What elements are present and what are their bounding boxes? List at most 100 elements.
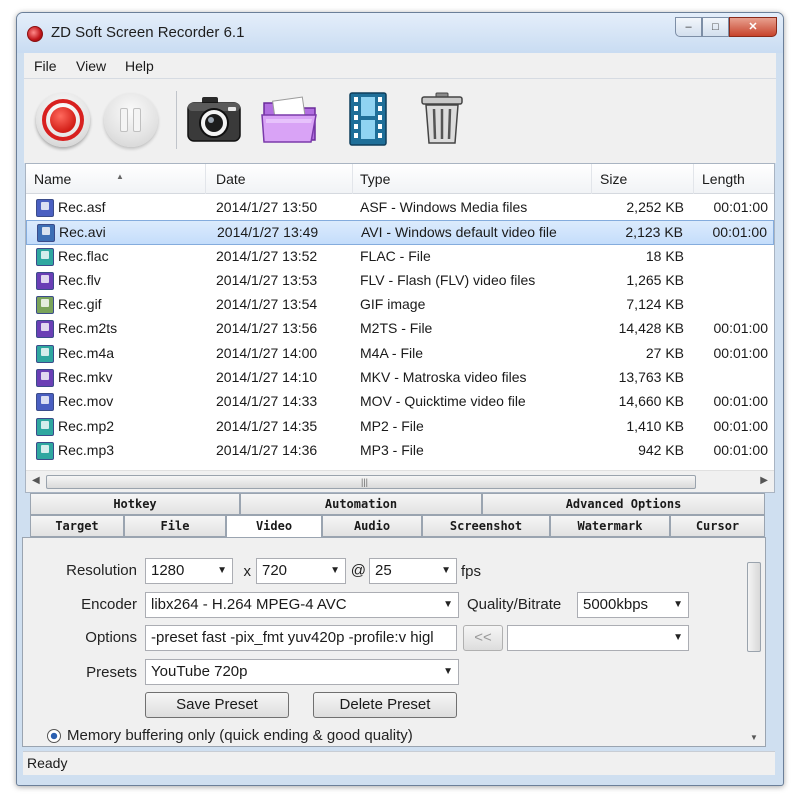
- panel-scroll-thumb[interactable]: [747, 562, 761, 652]
- table-row[interactable]: Rec.mp3 2014/1/27 14:36 MP3 - File 942 KB 00…: [26, 439, 774, 463]
- cell-size: 1,265 KB: [626, 271, 684, 288]
- menu-file[interactable]: File: [34, 58, 57, 74]
- cell-date: 2014/1/27 14:00: [216, 344, 318, 361]
- cell-name: Rec.flv: [58, 271, 101, 288]
- tab-automation[interactable]: Automation: [240, 493, 482, 515]
- cell-date: 2014/1/27 14:35: [216, 417, 318, 434]
- cell-name: Rec.m4a: [58, 344, 115, 361]
- column-date[interactable]: Date: [208, 164, 353, 194]
- table-row[interactable]: Rec.m4a 2014/1/27 14:00 M4A - File 27 KB 00:…: [26, 342, 774, 366]
- chevron-down-icon: ▼: [330, 565, 340, 576]
- cell-name: Rec.mp2: [58, 417, 115, 434]
- file-icon: [36, 320, 54, 339]
- cell-name: Rec.asf: [58, 199, 106, 215]
- screenshot-button[interactable]: [182, 87, 246, 151]
- table-row[interactable]: Rec.mp2 2014/1/27 14:35 MP2 - File 1,410 KB…: [26, 415, 774, 439]
- table-row[interactable]: Rec.asf 2014/1/27 13:50 ASF - Windows Medi…: [26, 196, 774, 220]
- chevron-down-icon: ▼: [217, 565, 227, 576]
- table-row[interactable]: Rec.flv 2014/1/27 13:53 FLV - Flash (FLV) …: [26, 269, 774, 293]
- cell-size: 27 KB: [645, 344, 684, 361]
- file-icon: [36, 271, 54, 290]
- file-rows: Rec.asf 2014/1/27 13:50 ASF - Windows Medi…: [26, 196, 774, 463]
- column-name[interactable]: Name ▲: [26, 164, 206, 194]
- column-size[interactable]: Size: [592, 164, 694, 194]
- delete-button[interactable]: [410, 87, 474, 151]
- menu-help[interactable]: Help: [125, 58, 154, 74]
- tab-advanced-options[interactable]: Advanced Options: [482, 493, 765, 515]
- horizontal-scrollbar[interactable]: ◀ ||| ▶: [26, 470, 774, 492]
- tab-hotkey[interactable]: Hotkey: [30, 493, 240, 515]
- tab-file[interactable]: File: [124, 515, 226, 537]
- cell-type: AVI - Windows default video file: [361, 224, 557, 241]
- width-select[interactable]: 1280 ▼: [145, 558, 233, 584]
- scroll-right-icon[interactable]: ▶: [760, 475, 768, 486]
- chevron-down-icon: ▼: [443, 666, 453, 677]
- file-list[interactable]: Name ▲ Date Type Size Length Rec.asf 2014/…: [25, 163, 775, 493]
- cell-length: 00:01:00: [713, 199, 769, 215]
- cell-type: GIF image: [360, 296, 426, 313]
- window-controls: – □ ✕: [675, 17, 777, 37]
- delete-preset-button[interactable]: Delete Preset: [313, 692, 457, 718]
- pause-button[interactable]: [100, 87, 164, 151]
- options-select[interactable]: ▼: [507, 625, 689, 651]
- tab-target[interactable]: Target: [30, 515, 124, 537]
- cell-type: ASF - Windows Media files: [360, 199, 528, 215]
- cell-length: 00:01:00: [712, 224, 768, 241]
- quality-select[interactable]: 5000kbps ▼: [577, 592, 689, 618]
- tab-audio[interactable]: Audio: [322, 515, 422, 537]
- tab-cursor[interactable]: Cursor: [670, 515, 765, 537]
- scroll-left-icon[interactable]: ◀: [32, 475, 40, 486]
- file-icon: [36, 393, 54, 412]
- cell-name: Rec.gif: [58, 296, 102, 313]
- cell-size: 14,660 KB: [618, 393, 684, 410]
- play-video-button[interactable]: [336, 87, 400, 151]
- record-button[interactable]: [32, 87, 96, 151]
- minimize-button[interactable]: –: [675, 17, 702, 37]
- cell-type: MKV - Matroska video files: [360, 369, 527, 386]
- cell-size: 942 KB: [638, 441, 684, 458]
- tab-watermark[interactable]: Watermark: [550, 515, 670, 537]
- cell-date: 2014/1/27 14:36: [216, 441, 318, 458]
- table-row[interactable]: Rec.mov 2014/1/27 14:33 MOV - Quicktime vi…: [26, 390, 774, 414]
- cell-type: FLAC - File: [360, 247, 431, 264]
- cell-name: Rec.m2ts: [58, 320, 118, 337]
- cell-length: 00:01:00: [713, 441, 769, 458]
- scroll-down-icon[interactable]: ▼: [750, 733, 758, 742]
- panel-vertical-scrollbar[interactable]: ▼: [746, 558, 762, 744]
- table-row[interactable]: Rec.mkv 2014/1/27 14:10 MKV - Matroska vid…: [26, 366, 774, 390]
- cell-size: 13,763 KB: [618, 369, 684, 386]
- height-select[interactable]: 720 ▼: [256, 558, 346, 584]
- film-icon: [349, 92, 387, 146]
- scroll-thumb[interactable]: |||: [46, 475, 696, 489]
- sort-up-icon: ▲: [116, 172, 124, 181]
- table-row[interactable]: Rec.m2ts 2014/1/27 13:56 M2TS - File 14,428…: [26, 317, 774, 341]
- table-row[interactable]: Rec.avi 2014/1/27 13:49 AVI - Windows defa…: [26, 220, 774, 245]
- file-icon: [36, 344, 54, 363]
- table-row[interactable]: Rec.gif 2014/1/27 13:54 GIF image 7,124 KB: [26, 293, 774, 317]
- insert-option-button[interactable]: <<: [463, 625, 503, 651]
- cell-type: MP3 - File: [360, 441, 424, 458]
- table-row[interactable]: Rec.flac 2014/1/27 13:52 FLAC - File 18 KB: [26, 245, 774, 269]
- title-bar: ZD Soft Screen Recorder 6.1 – □ ✕: [17, 13, 783, 53]
- open-folder-button[interactable]: [258, 87, 322, 151]
- cell-date: 2014/1/27 13:56: [216, 320, 318, 337]
- tab-video[interactable]: Video: [226, 515, 322, 539]
- resolution-label: Resolution: [66, 562, 137, 579]
- quality-label: Quality/Bitrate: [467, 596, 562, 613]
- close-button[interactable]: ✕: [729, 17, 777, 37]
- maximize-button[interactable]: □: [702, 17, 729, 37]
- cell-size: 2,252 KB: [626, 199, 684, 215]
- fps-select[interactable]: 25 ▼: [369, 558, 457, 584]
- column-type[interactable]: Type: [352, 164, 592, 194]
- pause-icon: [104, 93, 158, 147]
- options-input[interactable]: -preset fast -pix_fmt yuv420p -profile:v…: [145, 625, 457, 651]
- memory-buffering-radio[interactable]: [47, 729, 61, 743]
- preset-select[interactable]: YouTube 720p ▼: [145, 659, 459, 685]
- cell-size: 1,410 KB: [626, 417, 684, 434]
- cell-type: M2TS - File: [360, 320, 433, 337]
- tab-screenshot[interactable]: Screenshot: [422, 515, 550, 537]
- column-length[interactable]: Length: [694, 164, 774, 194]
- encoder-select[interactable]: libx264 - H.264 MPEG-4 AVC ▼: [145, 592, 459, 618]
- save-preset-button[interactable]: Save Preset: [145, 692, 289, 718]
- menu-view[interactable]: View: [76, 58, 106, 74]
